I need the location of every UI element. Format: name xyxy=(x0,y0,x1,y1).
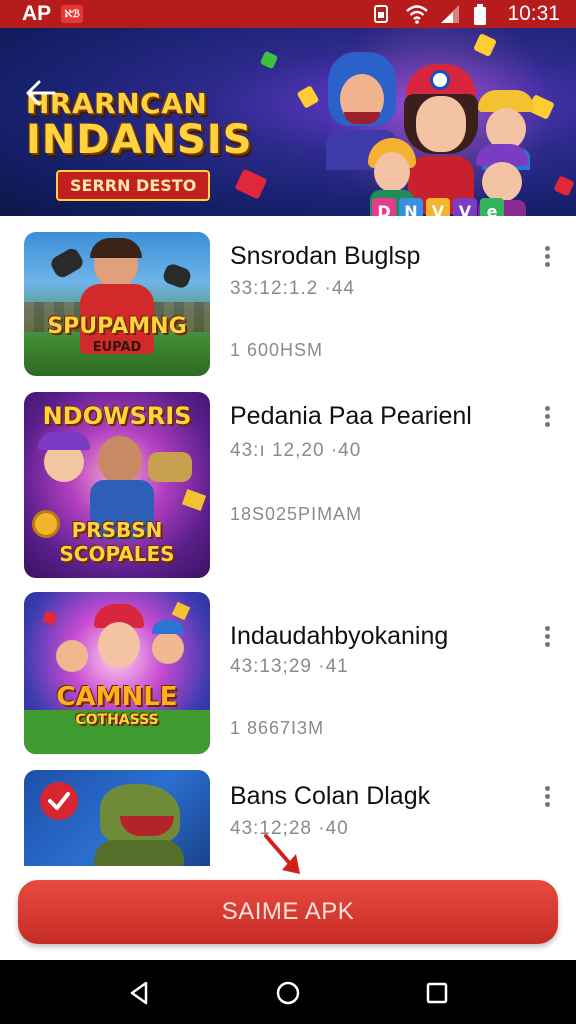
more-options-icon[interactable] xyxy=(538,784,556,810)
pointer-arrow-icon xyxy=(262,832,306,878)
banner-title-line2: INDANSIS xyxy=(26,117,253,163)
carrier-badge-icon: ℵℬ xyxy=(61,5,84,23)
letter-block: V xyxy=(426,198,450,216)
letter-block: D xyxy=(372,198,396,216)
game-thumbnail[interactable]: CAMNLE COTHASSS xyxy=(24,592,210,754)
hero-banner: D N V V e HRARNCAN INDANSIS SERRN DESTO xyxy=(0,28,576,216)
nav-home-icon[interactable] xyxy=(273,978,303,1008)
nav-back-icon[interactable] xyxy=(124,978,154,1008)
check-badge-icon xyxy=(40,782,78,820)
thumbnail-subtitle: EUPAD xyxy=(92,340,142,355)
game-title: Indaudahbyokaning xyxy=(230,622,449,650)
game-meta: 43:13;29 ·41 xyxy=(230,656,349,677)
letter-block: e xyxy=(480,198,504,216)
carrier-label: AP xyxy=(22,2,52,25)
game-size: 1 8667I3M xyxy=(230,718,325,738)
game-thumbnail[interactable]: NDOWSRIS PRSBSN SCOPALES xyxy=(24,392,210,578)
back-arrow-icon[interactable] xyxy=(24,76,58,110)
game-title: Snsrodan Buglsp xyxy=(230,242,421,270)
banner-title-line1: HRARNCAN xyxy=(26,87,208,120)
list-item[interactable]: SPUPAMNG EUPAD Snsrodan Buglsp 33:12:1.2… xyxy=(0,216,576,386)
sim-icon xyxy=(371,4,393,24)
banner-title: HRARNCAN INDANSIS xyxy=(26,87,266,163)
thumbnail-title: NDOWSRIS xyxy=(42,402,192,430)
more-options-icon[interactable] xyxy=(538,404,556,430)
game-meta: 33:12:1.2 ·44 xyxy=(230,278,355,299)
gem-decoration xyxy=(234,168,268,200)
thumbnail-subtitle: SCOPALES xyxy=(59,542,175,566)
battery-icon xyxy=(473,4,495,25)
download-apk-button[interactable]: SAIME APK xyxy=(18,880,558,944)
system-nav-bar xyxy=(0,960,576,1024)
signal-icon xyxy=(439,4,461,24)
letter-block: N xyxy=(399,198,423,216)
game-meta: 43:ı 12,20 ·40 xyxy=(230,440,362,461)
thumbnail-subtitle: PRSBSN xyxy=(71,518,163,542)
game-size: 18S025PIMAM xyxy=(230,504,363,524)
game-title: Bans Colan Dlagk xyxy=(230,782,431,810)
thumbnail-subtitle: COTHASSS xyxy=(75,712,159,728)
game-list: SPUPAMNG EUPAD Snsrodan Buglsp 33:12:1.2… xyxy=(0,216,576,866)
nav-recents-icon[interactable] xyxy=(422,978,452,1008)
wifi-icon xyxy=(405,4,429,24)
thumbnail-title: CAMNLE xyxy=(56,682,178,712)
banner-subtitle: SERRN DESTO xyxy=(56,170,211,201)
game-thumbnail[interactable] xyxy=(24,770,210,866)
status-bar: AP ℵℬ 10:31 xyxy=(0,0,576,28)
game-title: Pedania Paa Pearienl xyxy=(230,402,472,430)
list-item[interactable]: NDOWSRIS PRSBSN SCOPALES Pedania Paa Pea… xyxy=(0,386,576,586)
game-thumbnail[interactable]: SPUPAMNG EUPAD xyxy=(24,232,210,376)
letter-blocks: D N V V e xyxy=(372,198,504,216)
letter-block: V xyxy=(453,198,477,216)
thumbnail-title: SPUPAMNG xyxy=(47,314,187,339)
list-item[interactable]: CAMNLE COTHASSS Indaudahbyokaning 43:13;… xyxy=(0,586,576,766)
game-size: 1 600HSM xyxy=(230,340,324,360)
more-options-icon[interactable] xyxy=(538,244,556,270)
gem-decoration xyxy=(259,50,279,70)
more-options-icon[interactable] xyxy=(538,624,556,650)
status-time: 10:31 xyxy=(507,2,560,25)
